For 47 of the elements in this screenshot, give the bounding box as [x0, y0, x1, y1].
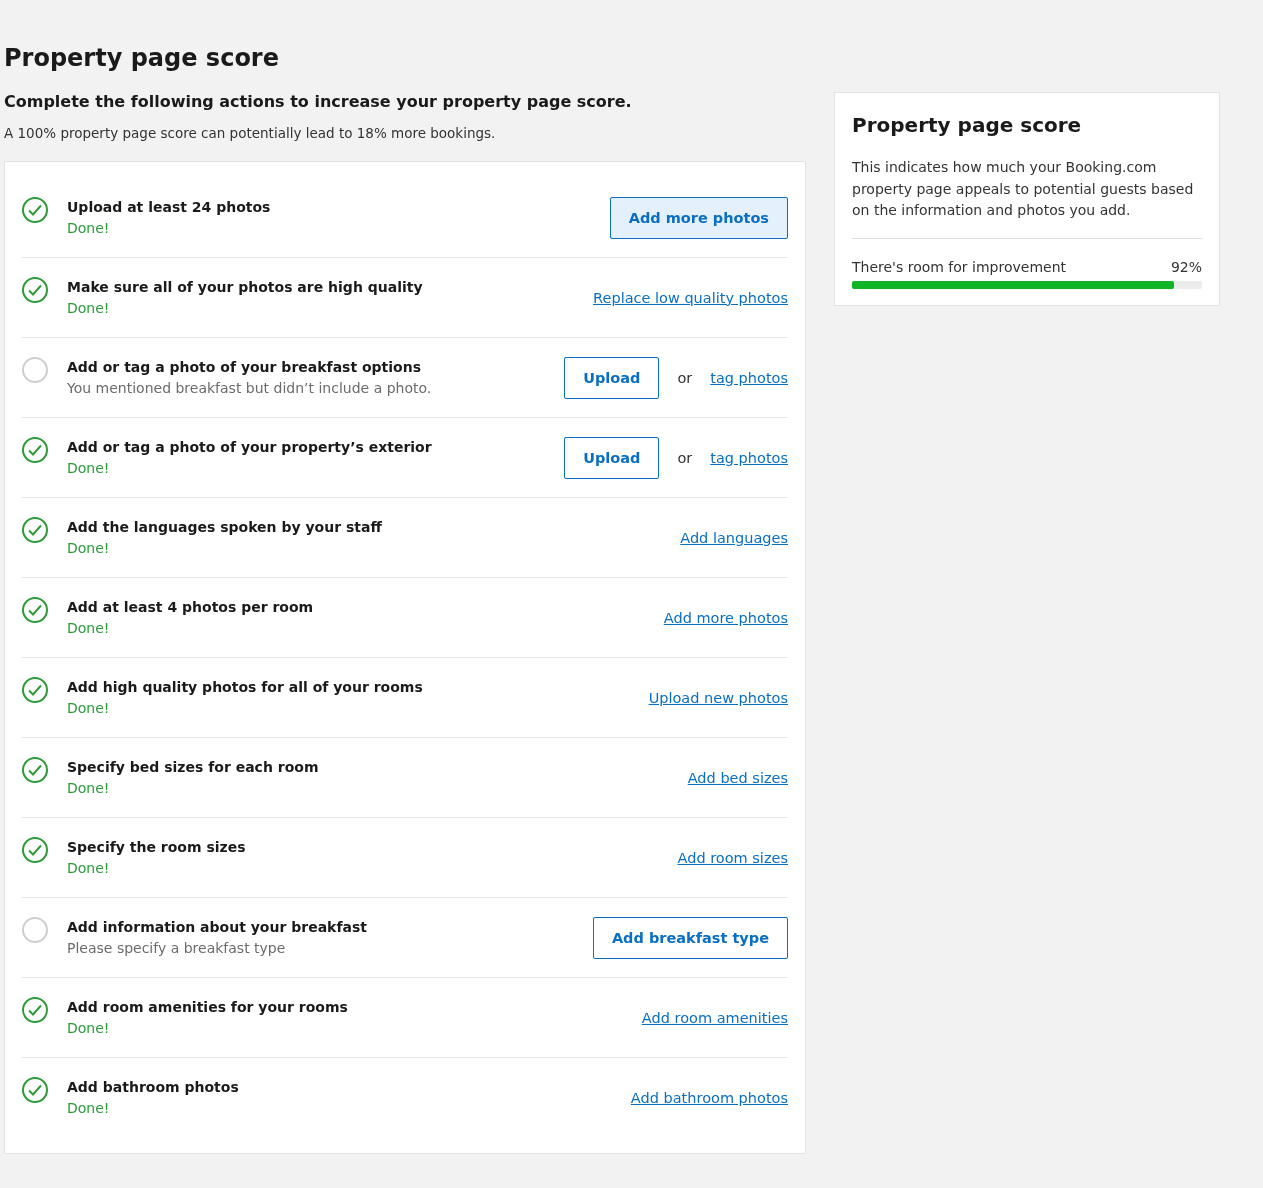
task-status: Please specify a breakfast type [67, 940, 287, 956]
action-link[interactable]: Add bathroom photos [630, 1089, 788, 1106]
score-reading: 92% [1170, 258, 1202, 275]
task-status: Done! [67, 780, 111, 796]
task-status: Done! [67, 1020, 111, 1036]
task-title: Add the languages spoken by your staff [67, 519, 383, 535]
task-title: Add high quality photos for all of your rooms [67, 679, 424, 695]
action-button[interactable]: Upload [564, 356, 660, 399]
action-link[interactable]: Add room amenities [641, 1009, 788, 1026]
task-title: Specify bed sizes for each room [67, 759, 320, 775]
task-title: Make sure all of your photos are high quality [67, 279, 424, 295]
action-button[interactable]: Upload [564, 436, 660, 479]
task-title: Add or tag a photo of your property’s exterior [67, 439, 433, 455]
task-title: Add bathroom photos [67, 1079, 240, 1095]
task-title: Upload at least 24 photos [67, 199, 272, 215]
task-title: Specify the room sizes [67, 839, 247, 855]
or-text: or [677, 369, 693, 386]
score-description: This indicates how much your Booking.com property page appeals to potential guests based on the information and photos you add. [852, 157, 1202, 239]
task-status: Done! [67, 540, 111, 556]
page-title: Property page score [4, 44, 280, 72]
task-status: Done! [67, 220, 111, 236]
task-title: Add information about your breakfast [67, 919, 368, 935]
page-note: A 100% property page score can potentially lead to 18% more bookings. [4, 125, 497, 141]
action-link[interactable]: tag photos [710, 369, 788, 386]
action-link[interactable]: Add more photos [663, 609, 788, 626]
task-status: Done! [67, 620, 111, 636]
task-title: Add room amenities for your rooms [67, 999, 349, 1015]
action-link[interactable]: Upload new photos [648, 689, 788, 706]
task-status: Done! [67, 700, 111, 716]
score-label: There's room for improvement [852, 258, 1066, 275]
task-status: Done! [67, 860, 111, 876]
action-link[interactable]: Replace low quality photos [593, 289, 788, 306]
task-title: Add or tag a photo of your breakfast options [67, 359, 423, 375]
action-link[interactable]: tag photos [710, 449, 788, 466]
action-link[interactable]: Add languages [680, 529, 788, 546]
action-link[interactable]: Add bed sizes [687, 769, 788, 786]
action-link[interactable]: Add room sizes [677, 849, 788, 866]
task-status: Done! [67, 300, 111, 316]
task-title: Add at least 4 photos per room [67, 599, 315, 615]
action-button[interactable]: Add breakfast type [592, 916, 788, 959]
task-status: You mentioned breakfast but didn’t include a photo. [67, 380, 433, 396]
or-text: or [677, 449, 693, 466]
score-card-title: Property page score [852, 113, 1083, 137]
task-status: Done! [67, 1100, 111, 1116]
action-button[interactable]: Add more photos [609, 196, 788, 239]
page-subtitle: Complete the following actions to increase your property page score. [4, 92, 633, 111]
task-status: Done! [67, 460, 111, 476]
